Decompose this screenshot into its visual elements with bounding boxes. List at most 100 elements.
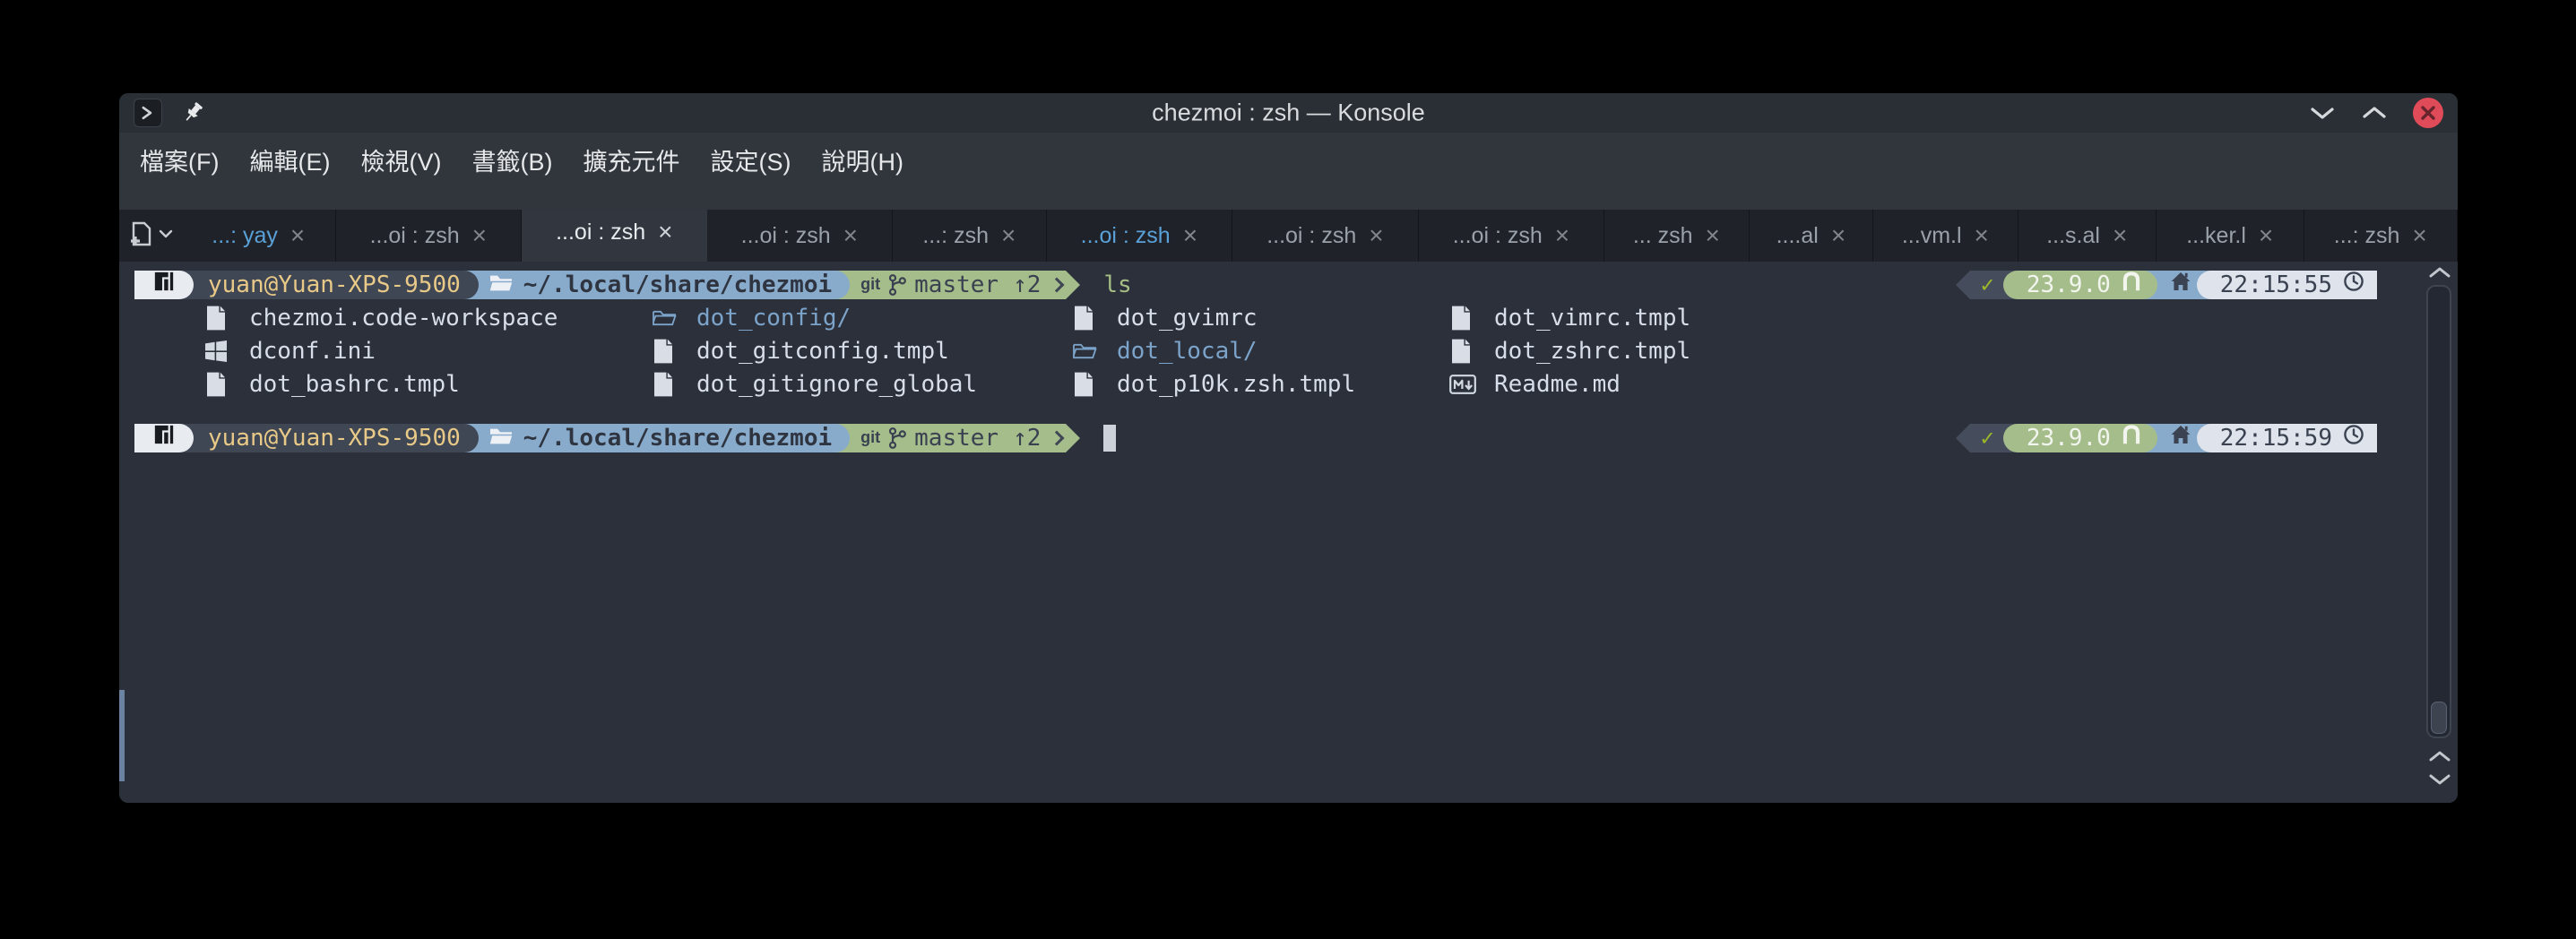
tab-list: ...: yay×...oi : zsh×...oi : zsh×...oi :…	[119, 210, 2458, 262]
window-title: chezmoi : zsh — Konsole	[1152, 99, 1425, 127]
tab-close-icon[interactable]: ×	[2113, 223, 2127, 248]
menu-bar: 檔案(F)編輯(E)檢視(V)書籤(B)擴充元件設定(S)說明(H)	[119, 133, 2458, 186]
tab-close-icon[interactable]: ×	[843, 223, 858, 248]
tab-8[interactable]: ...oi : zsh×	[1419, 210, 1605, 262]
tab-4[interactable]: ...oi : zsh×	[707, 210, 894, 262]
node-icon	[2122, 270, 2141, 299]
close-button[interactable]	[2413, 98, 2443, 128]
file-name: dot_gitconfig.tmpl	[696, 338, 949, 365]
scrollbar-up-icon[interactable]	[2428, 265, 2451, 280]
tab-close-icon[interactable]: ×	[472, 223, 487, 248]
time-segment: 22:15:55	[2197, 271, 2377, 299]
scrollbar-down-icon[interactable]	[2428, 772, 2451, 787]
tab-12[interactable]: ...s.al×	[2018, 210, 2157, 262]
powerline-arrow-icon	[1066, 424, 1080, 452]
file-name: chezmoi.code-workspace	[249, 305, 558, 332]
file-entry: dot_gitignore_global	[652, 367, 1072, 401]
tab-1[interactable]: ...: yay×	[182, 210, 336, 262]
tab-close-icon[interactable]: ×	[1975, 223, 1989, 248]
scrollbar[interactable]	[2422, 262, 2458, 803]
tab-label: ...ker.l	[2186, 223, 2246, 249]
file-icon	[1072, 371, 1102, 398]
tab-10[interactable]: ....al×	[1750, 210, 1874, 262]
prompt-line-1: yuan@Yuan-XPS-9500 ~/.local/share/chezmo…	[134, 268, 2377, 301]
tab-dropdown-icon[interactable]	[159, 228, 173, 244]
title-bar[interactable]: chezmoi : zsh — Konsole	[119, 93, 2458, 133]
file-listing: chezmoi.code-workspacedconf.inidot_bashr…	[204, 301, 2377, 401]
file-entry: dot_gvimrc	[1072, 301, 1449, 334]
maximize-button[interactable]	[2361, 105, 2388, 121]
user-host-segment: yuan@Yuan-XPS-9500	[177, 424, 479, 452]
pin-icon[interactable]	[180, 100, 205, 125]
file-column-3: dot_gvimrcdot_local/dot_p10k.zsh.tmpl	[1072, 301, 1449, 401]
cwd-text: ~/.local/share/chezmoi	[523, 425, 832, 452]
git-branch-text: master	[914, 271, 998, 298]
file-name: dot_bashrc.tmpl	[249, 371, 460, 398]
scrollbar-track[interactable]	[2426, 285, 2451, 738]
home-icon	[2170, 424, 2191, 452]
tab-label: ...oi : zsh	[556, 220, 645, 246]
file-icon	[1072, 305, 1102, 332]
clock-icon	[2343, 424, 2364, 452]
tab-11[interactable]: ...vm.l ×	[1873, 210, 2018, 262]
scrollbar-up2-icon[interactable]	[2428, 749, 2451, 763]
file-column-1: chezmoi.code-workspacedconf.inidot_bashr…	[204, 301, 652, 401]
new-tab-icon[interactable]	[128, 220, 153, 252]
file-column-4: dot_vimrc.tmpldot_zshrc.tmplReadme.md	[1449, 301, 2377, 401]
powerline-arrow-left-icon	[1956, 424, 1970, 452]
menu-item-6[interactable]: 設定(S)	[695, 140, 806, 179]
tab-5[interactable]: ...: zsh×	[893, 210, 1047, 262]
cwd-text: ~/.local/share/chezmoi	[523, 271, 832, 298]
file-icon	[204, 371, 235, 398]
tab-6[interactable]: ...oi : zsh ×	[1047, 210, 1233, 262]
menu-item-2[interactable]: 編輯(E)	[234, 140, 345, 179]
tab-close-icon[interactable]: ×	[1183, 223, 1197, 248]
tab-3[interactable]: ...oi : zsh ×	[522, 210, 707, 262]
tab-label: ...oi : zsh	[1081, 223, 1171, 249]
file-icon	[1449, 305, 1480, 332]
menu-item-1[interactable]: 檔案(F)	[125, 140, 234, 179]
chevron-right-icon	[1050, 430, 1065, 445]
konsole-window: chezmoi : zsh — Konsole 檔案(F)編輯(E)檢視(V)書…	[119, 93, 2458, 803]
tab-label: ...: zsh	[2334, 223, 2400, 249]
file-entry: dot_local/	[1072, 334, 1449, 367]
git-ahead-text: ↑2	[1013, 425, 1041, 452]
git-label: git	[860, 428, 880, 447]
tab-label: ...vm.l	[1902, 223, 1962, 249]
user-host-text: yuan@Yuan-XPS-9500	[208, 271, 461, 298]
tab-bar: ...: yay×...oi : zsh×...oi : zsh×...oi :…	[119, 186, 2458, 262]
tab-close-icon[interactable]: ×	[658, 220, 672, 245]
scrollbar-thumb[interactable]	[2431, 702, 2447, 734]
tab-14[interactable]: ...: zsh ×	[2304, 210, 2459, 262]
terminal-screen[interactable]: yuan@Yuan-XPS-9500 ~/.local/share/chezmo…	[119, 262, 2458, 803]
tab-close-icon[interactable]: ×	[290, 223, 305, 248]
tab-close-icon[interactable]: ×	[1369, 223, 1383, 248]
tab-2[interactable]: ...oi : zsh×	[336, 210, 523, 262]
scrolled-lines-indicator	[119, 690, 125, 781]
time-segment: 22:15:59	[2197, 424, 2377, 452]
tab-close-icon[interactable]: ×	[1706, 223, 1720, 248]
file-icon	[652, 371, 682, 398]
tab-close-icon[interactable]: ×	[1555, 223, 1569, 248]
tab-13[interactable]: ...ker.l ×	[2157, 210, 2304, 262]
tab-close-icon[interactable]: ×	[1831, 223, 1846, 248]
file-entry: Readme.md	[1449, 367, 2377, 401]
menu-item-7[interactable]: 說明(H)	[806, 140, 918, 179]
file-name: dot_gitignore_global	[696, 371, 977, 398]
menu-item-5[interactable]: 擴充元件	[567, 140, 695, 179]
terminal-cursor	[1103, 425, 1116, 452]
manjaro-logo-icon	[153, 271, 175, 298]
markdown-icon	[1449, 375, 1480, 394]
tab-close-icon[interactable]: ×	[2259, 223, 2273, 248]
file-entry: dot_bashrc.tmpl	[204, 367, 652, 401]
tab-7[interactable]: ...oi : zsh×	[1232, 210, 1419, 262]
file-name: dot_gvimrc	[1117, 305, 1258, 332]
tab-9[interactable]: ... zsh×	[1604, 210, 1749, 262]
tab-close-icon[interactable]: ×	[2412, 223, 2426, 248]
menu-item-3[interactable]: 檢視(V)	[345, 140, 456, 179]
menu-item-4[interactable]: 書籤(B)	[456, 140, 567, 179]
file-name: dot_zshrc.tmpl	[1494, 338, 1690, 365]
git-branch-text: master	[914, 425, 998, 452]
minimize-button[interactable]	[2309, 105, 2336, 121]
tab-close-icon[interactable]: ×	[1001, 223, 1016, 248]
